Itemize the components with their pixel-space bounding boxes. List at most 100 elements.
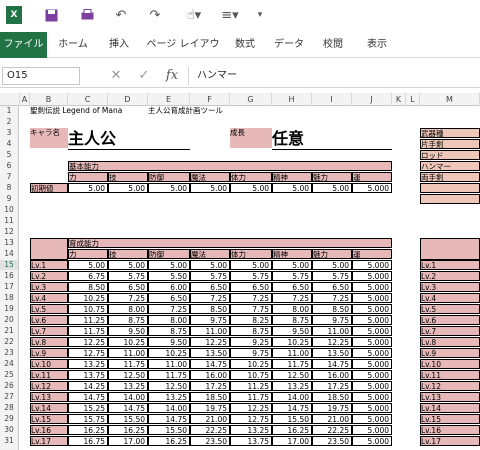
stat-header-cell[interactable]: 防御 [148,249,190,259]
level-value-cell[interactable]: 7.25 [108,293,148,303]
column-header[interactable]: K [392,93,406,106]
right-level-cell[interactable]: Lv.10 [420,359,480,369]
initial-value-cell[interactable]: 5.000 [352,183,392,193]
weapon-cell[interactable] [420,194,480,204]
column-header[interactable]: I [312,93,352,106]
row-header[interactable]: 7 [0,172,18,182]
level-value-cell[interactable]: 11.75 [230,392,272,402]
level-value-cell[interactable]: 11.00 [148,359,190,369]
level-value-cell[interactable]: 5.000 [352,337,392,347]
level-value-cell[interactable]: 5.000 [352,315,392,325]
level-value-cell[interactable]: 6.50 [230,282,272,292]
save-icon[interactable] [42,6,60,24]
initial-value-cell[interactable]: 5.00 [68,183,108,193]
weapon-cell[interactable]: ロッド [420,150,480,160]
level-value-cell[interactable]: 21.00 [190,414,230,424]
right-level-cell[interactable]: Lv.14 [420,403,480,413]
level-value-cell[interactable]: 5.00 [108,260,148,270]
undo-icon[interactable]: ↶ [112,6,130,24]
level-value-cell[interactable]: 16.25 [68,425,108,435]
redo-icon[interactable]: ↷ [146,6,164,24]
level-value-cell[interactable]: 10.25 [148,348,190,358]
level-value-cell[interactable]: 11.00 [190,326,230,336]
sheet-subtitle[interactable]: 主人公育成計画ツール [148,106,268,116]
level-value-cell[interactable]: 16.25 [272,425,312,435]
right-level-cell[interactable]: Lv.12 [420,381,480,391]
column-header[interactable]: H [272,93,312,106]
level-value-cell[interactable]: 5.000 [352,436,392,446]
level-value-cell[interactable]: 5.00 [312,260,352,270]
level-value-cell[interactable]: 14.00 [148,403,190,413]
initial-value-cell[interactable]: 5.00 [190,183,230,193]
level-value-cell[interactable]: 13.25 [68,359,108,369]
level-value-cell[interactable]: 8.50 [68,282,108,292]
right-level-cell[interactable]: Lv.5 [420,304,480,314]
tab-review[interactable]: 校閲 [314,32,352,58]
level-value-cell[interactable]: 8.00 [108,304,148,314]
row-header[interactable]: 25 [0,370,18,380]
row-header[interactable]: 23 [0,348,18,358]
level-value-cell[interactable]: 8.50 [312,304,352,314]
growth-value-cell[interactable]: 任意 [272,128,392,150]
chara-name-cell[interactable]: 主人公 [68,128,190,150]
weapon-cell[interactable]: 両手剣 [420,172,480,182]
level-value-cell[interactable]: 13.50 [190,348,230,358]
row-header[interactable]: 4 [0,139,18,149]
level-value-cell[interactable]: 5.000 [352,359,392,369]
print-icon[interactable] [78,6,96,24]
level-value-cell[interactable]: 14.75 [108,403,148,413]
level-value-cell[interactable]: 10.25 [272,337,312,347]
level-value-cell[interactable]: 14.00 [108,392,148,402]
level-value-cell[interactable]: 15.50 [148,425,190,435]
level-value-cell[interactable]: 13.25 [272,381,312,391]
column-header[interactable]: A [20,93,30,106]
right-level-cell[interactable]: Lv.7 [420,326,480,336]
level-value-cell[interactable]: 11.00 [312,326,352,336]
level-value-cell[interactable]: 10.75 [68,304,108,314]
column-header[interactable]: B [30,93,68,106]
row-header[interactable]: 21 [0,326,18,336]
level-value-cell[interactable]: 12.75 [230,414,272,424]
level-label-cell[interactable]: Lv.11 [30,370,68,380]
level-label-cell[interactable]: Lv.1 [30,260,68,270]
level-value-cell[interactable]: 11.00 [272,348,312,358]
level-value-cell[interactable]: 17.25 [312,381,352,391]
level-value-cell[interactable]: 17.25 [190,381,230,391]
level-label-cell[interactable]: Lv.3 [30,282,68,292]
row-header[interactable]: 17 [0,282,18,292]
right-level-cell[interactable]: Lv.9 [420,348,480,358]
row-header[interactable]: 29 [0,414,18,424]
tab-formulas[interactable]: 数式 [226,32,264,58]
stat-header-cell[interactable]: 精神 [272,249,312,259]
level-label-cell[interactable]: Lv.10 [30,359,68,369]
level-value-cell[interactable]: 19.75 [312,403,352,413]
level-value-cell[interactable]: 23.50 [312,436,352,446]
basic-header-cell[interactable]: 基本能力 [68,161,392,171]
level-label-cell[interactable]: Lv.2 [30,271,68,281]
level-value-cell[interactable]: 11.75 [68,326,108,336]
right-level-cell[interactable]: Lv.4 [420,293,480,303]
level-value-cell[interactable]: 19.75 [190,403,230,413]
stat-header-cell[interactable]: 体力 [230,172,272,182]
level-value-cell[interactable]: 12.50 [148,381,190,391]
stat-header-cell[interactable]: 防御 [148,172,190,182]
level-value-cell[interactable]: 12.25 [230,403,272,413]
row-header[interactable]: 27 [0,392,18,402]
right-level-cell[interactable]: Lv.3 [420,282,480,292]
level-value-cell[interactable]: 22.25 [312,425,352,435]
growth-header-cell[interactable]: 育成能力 [68,238,392,248]
level-value-cell[interactable]: 14.00 [272,392,312,402]
level-value-cell[interactable]: 7.25 [148,304,190,314]
stat-header-cell[interactable]: 運 [352,172,392,182]
level-value-cell[interactable]: 12.50 [108,370,148,380]
level-value-cell[interactable]: 12.75 [68,348,108,358]
row-header[interactable]: 14 [0,249,18,259]
right-level-cell[interactable]: Lv.1 [420,260,480,270]
function-icon[interactable]: fx [160,67,184,85]
level-value-cell[interactable]: 8.00 [148,315,190,325]
level-value-cell[interactable]: 9.50 [272,326,312,336]
row-header[interactable]: 6 [0,161,18,171]
stat-header-cell[interactable]: 魔法 [190,172,230,182]
level-value-cell[interactable]: 5.50 [148,271,190,281]
stat-header-cell[interactable]: 体力 [230,249,272,259]
